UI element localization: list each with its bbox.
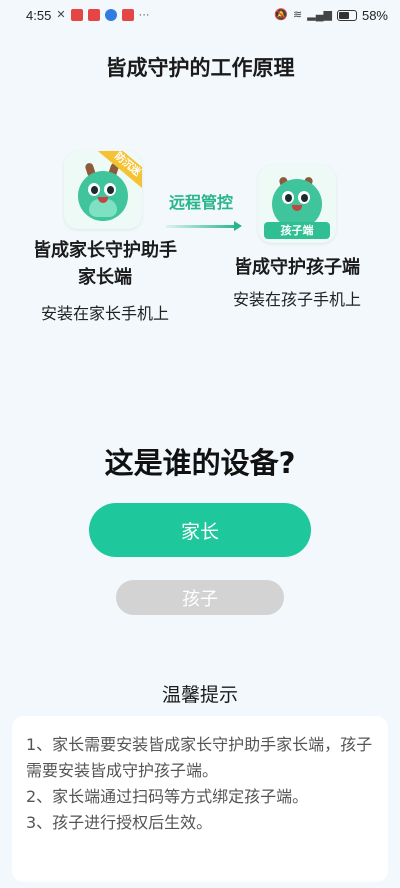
arrow-line [166,225,238,228]
dragon-eye [104,183,116,196]
wifi-icon: ≋ [293,9,303,21]
status-time: 4:55 [26,7,52,23]
child-app-name: 皆成守护孩子端 [234,257,360,278]
status-bar: 4:55 ✕ ··· 🔕 ≋ ▂▄▆ 58% [0,0,400,30]
signal-icon: ▂▄▆ [307,9,332,21]
device-owner-question: 这是谁的设备? [104,446,296,480]
status-left: 4:55 ✕ ··· [26,8,150,23]
child-app-icon: 孩子端 [258,165,336,243]
more-icon: ··· [138,9,150,21]
tips-title: 温馨提示 [161,684,238,706]
app-notification-icon [121,9,134,21]
page-title: 皆成守护的工作原理 [105,56,295,80]
app-notification-icon [104,9,117,21]
mute-icon: 🔕 [274,9,289,21]
dragon-eye [298,191,310,204]
network-icon: ✕ [56,9,66,21]
app-notification-icon [70,9,83,21]
status-right: 🔕 ≋ ▂▄▆ 58% [274,8,388,23]
arrow-right-icon [234,221,242,231]
child-side-badge: 孩子端 [264,222,330,239]
tip-line: 1、家长需要安装皆成家长守护助手家长端，孩子需要安装皆成守护孩子端。 [26,735,373,780]
child-install-hint: 安装在孩子手机上 [232,290,361,309]
parent-install-hint: 安装在家长手机上 [40,304,169,323]
app-notification-icon [87,9,100,21]
parent-device-button[interactable]: 家长 [89,503,311,557]
battery-icon [336,9,357,21]
child-device-button[interactable]: 孩子 [116,580,284,615]
remote-control-label: 远程管控 [168,193,233,212]
tip-line: 3、孩子进行授权后生效。 [26,813,213,832]
tips-box: 1、家长需要安装皆成家长守护助手家长端，孩子需要安装皆成守护孩子端。 2、家长端… [12,716,388,882]
dragon-eye [88,183,100,196]
dragon-eye [282,191,294,204]
battery-percent: 58% [361,7,388,23]
tip-line: 2、家长端通过扫码等方式绑定孩子端。 [26,787,309,806]
parent-app-name: 皆成家长守护助手 家长端 [33,240,177,288]
parent-app-icon: 防沉迷 [64,151,142,229]
